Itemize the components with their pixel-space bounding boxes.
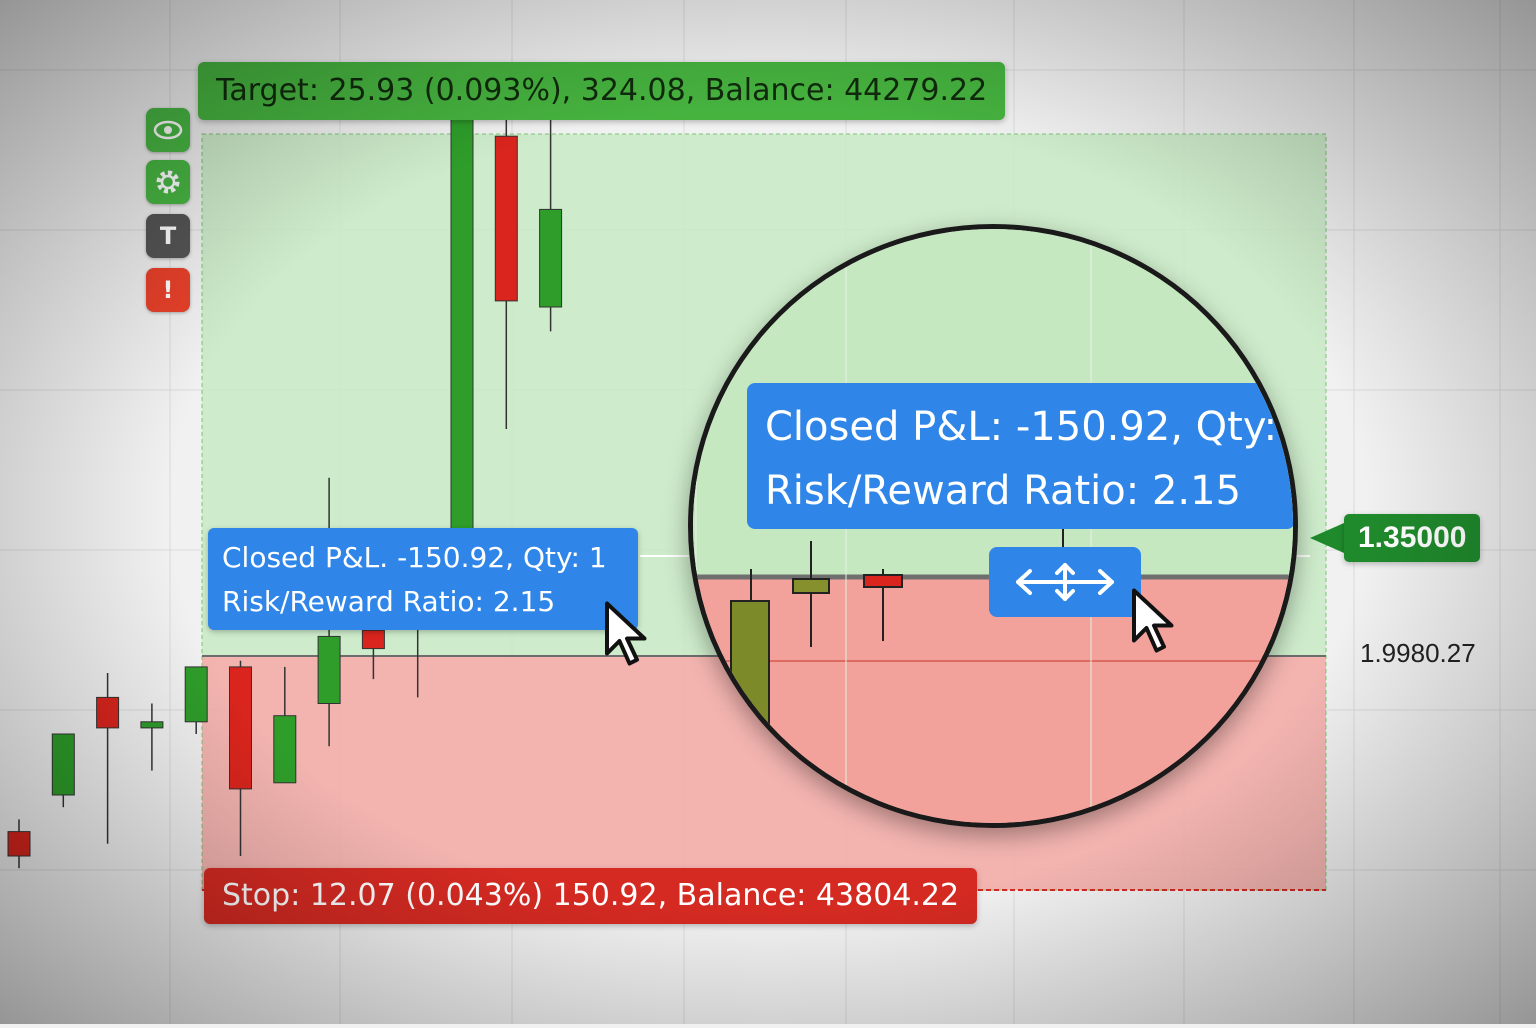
candle-bullish xyxy=(450,86,474,540)
text-button[interactable]: T xyxy=(146,214,190,258)
magnified-pnl-text: Closed P&L: -150.92, Qty: 1 xyxy=(765,404,1298,450)
candle-bullish xyxy=(140,721,164,729)
move-arrows-icon xyxy=(1016,563,1114,601)
candle-bearish xyxy=(7,831,31,857)
candle-bearish xyxy=(494,135,518,302)
stop-label[interactable]: Stop: 12.07 (0.043%) 150.92, Balance: 43… xyxy=(204,868,978,924)
target-label[interactable]: Target: 25.93 (0.093%), 324.08, Balance:… xyxy=(198,62,1006,120)
visibility-button[interactable] xyxy=(146,108,190,152)
candle-bullish xyxy=(539,208,563,308)
gear-icon xyxy=(156,170,180,194)
price-axis-value: 1.9980.27 xyxy=(1360,638,1476,668)
mouse-cursor-icon xyxy=(1132,588,1174,653)
alert-button[interactable]: ! xyxy=(146,268,190,312)
magnifier-lens: Closed P&L: -150.92, Qty: 1 Risk/Reward … xyxy=(688,224,1298,828)
move-handle[interactable] xyxy=(989,547,1141,617)
candle-bearish xyxy=(96,696,120,729)
eye-icon xyxy=(153,120,183,140)
candle-bearish xyxy=(229,666,252,790)
current-price-tag[interactable]: 1.35000 xyxy=(1344,514,1481,562)
candle-bullish xyxy=(273,715,297,784)
price-tag-pointer xyxy=(1310,523,1344,553)
candle-bullish xyxy=(184,666,208,723)
closed-pnl-text: Closed P&L. -150.92, Qty: 1 xyxy=(222,541,607,574)
candle-bullish xyxy=(51,733,75,796)
text-icon: T xyxy=(159,222,177,250)
magnified-info-tooltip: Closed P&L: -150.92, Qty: 1 Risk/Reward … xyxy=(747,383,1298,529)
risk-reward-text: Risk/Reward Ratio: 2.15 xyxy=(222,585,556,618)
candle-bullish xyxy=(317,635,341,705)
magnified-ratio-text: Risk/Reward Ratio: 2.15 xyxy=(765,468,1242,514)
mouse-cursor-icon xyxy=(605,601,647,666)
alert-icon: ! xyxy=(162,276,174,304)
settings-button[interactable] xyxy=(146,160,190,204)
candle-bearish xyxy=(361,629,385,650)
position-info-tooltip: Closed P&L. -150.92, Qty: 1 Risk/Reward … xyxy=(208,528,638,630)
chart-area[interactable]: Target: 25.93 (0.093%), 324.08, Balance:… xyxy=(0,0,1536,1024)
